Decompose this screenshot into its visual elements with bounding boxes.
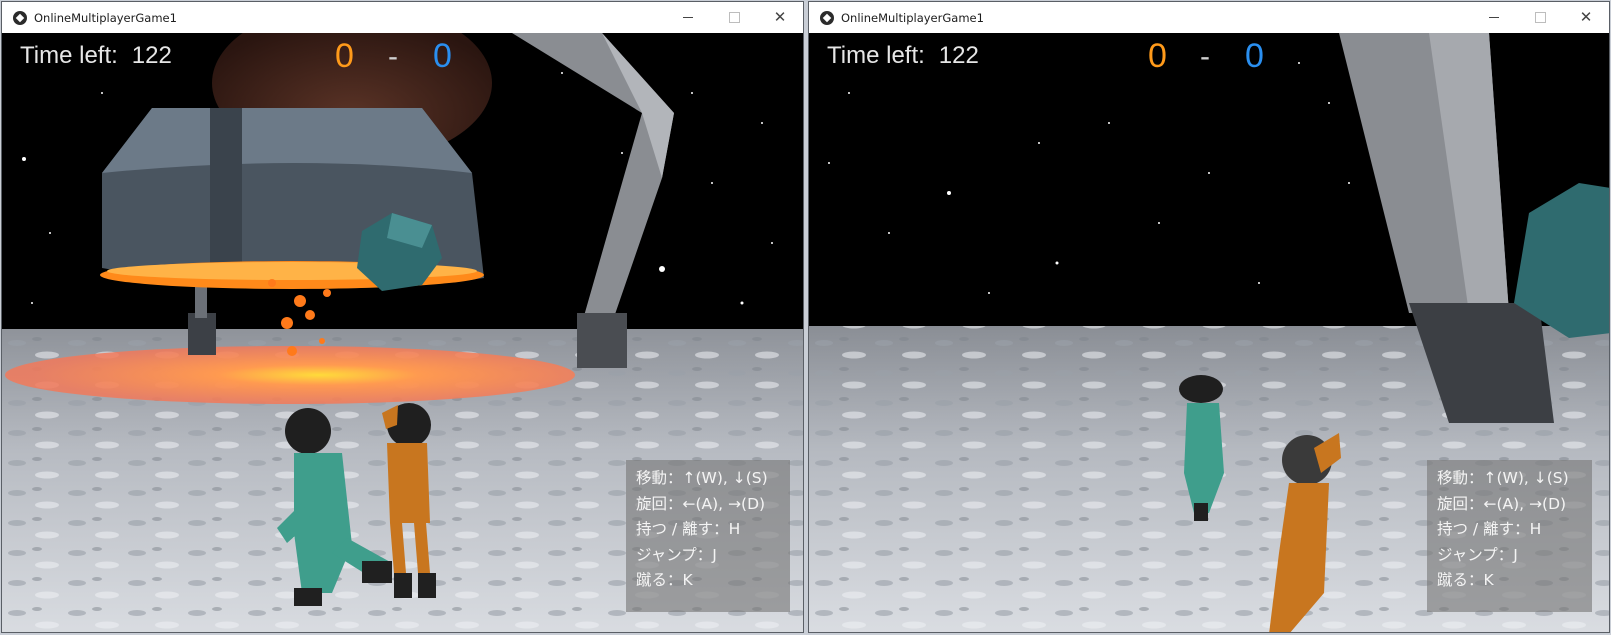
maximize-button[interactable] (711, 2, 757, 33)
close-button[interactable]: ✕ (757, 2, 803, 33)
score-orange: 0 (335, 37, 354, 75)
unity-app-icon (820, 10, 834, 25)
close-icon: ✕ (1579, 8, 1593, 26)
window-title: OnlineMultiplayerGame1 (34, 10, 177, 25)
close-icon: ✕ (773, 8, 787, 26)
game-viewport[interactable]: Time left: 122 0 - 0 移動：↑(W), ↓(S) 旋回：←(A… (809, 33, 1609, 632)
score-separator: - (1200, 40, 1210, 73)
help-move: 移動：↑(W), ↓(S) (1437, 469, 1569, 487)
window-title: OnlineMultiplayerGame1 (841, 10, 984, 25)
close-button[interactable]: ✕ (1563, 2, 1609, 33)
minimize-icon (1489, 17, 1499, 18)
time-left-value: 122 (938, 42, 979, 69)
minimize-button[interactable] (665, 2, 711, 33)
minimize-button[interactable] (1471, 2, 1517, 33)
maximize-button[interactable] (1517, 2, 1563, 33)
help-move: 移動：↑(W), ↓(S) (636, 469, 768, 487)
help-kick: 蹴る：K (636, 571, 693, 589)
help-kick: 蹴る：K (1437, 571, 1494, 589)
controls-help-panel: 移動：↑(W), ↓(S) 旋回：←(A), →(D) 持つ / 離す：H ジャ… (626, 460, 790, 612)
game-window-left[interactable]: OnlineMultiplayerGame1 ✕ Time left: 122 … (1, 1, 804, 633)
time-left-label: Time left: (827, 42, 925, 69)
help-turn: 旋回：←(A), →(D) (1437, 494, 1567, 513)
game-window-right[interactable]: OnlineMultiplayerGame1 ✕ Time left: 122 … (808, 1, 1610, 633)
time-left-value: 122 (131, 42, 172, 69)
score-blue: 0 (1245, 37, 1264, 75)
help-jump: ジャンプ：J (636, 545, 717, 564)
help-hold: 持つ / 離す：H (636, 520, 741, 538)
score-orange: 0 (1148, 37, 1167, 75)
help-hold: 持つ / 離す：H (1437, 520, 1542, 538)
time-left-display: Time left: 122 (20, 42, 172, 70)
maximize-icon (728, 12, 740, 23)
minimize-icon (683, 17, 693, 18)
game-viewport[interactable]: Time left: 122 0 - 0 移動：↑(W), ↓(S) 旋回：←(A… (2, 33, 803, 632)
unity-app-icon (13, 10, 27, 25)
maximize-icon (1534, 12, 1546, 23)
controls-help-panel: 移動：↑(W), ↓(S) 旋回：←(A), →(D) 持つ / 離す：H ジャ… (1427, 460, 1592, 612)
help-jump: ジャンプ：J (1437, 545, 1518, 564)
capsule-leg (188, 313, 216, 355)
help-turn: 旋回：←(A), →(D) (636, 494, 766, 513)
score-blue: 0 (433, 37, 452, 75)
time-left-display: Time left: 122 (827, 42, 979, 70)
title-bar[interactable]: OnlineMultiplayerGame1 ✕ (809, 2, 1609, 34)
score-separator: - (388, 40, 398, 73)
title-bar[interactable]: OnlineMultiplayerGame1 ✕ (2, 2, 803, 34)
time-left-label: Time left: (20, 42, 118, 69)
